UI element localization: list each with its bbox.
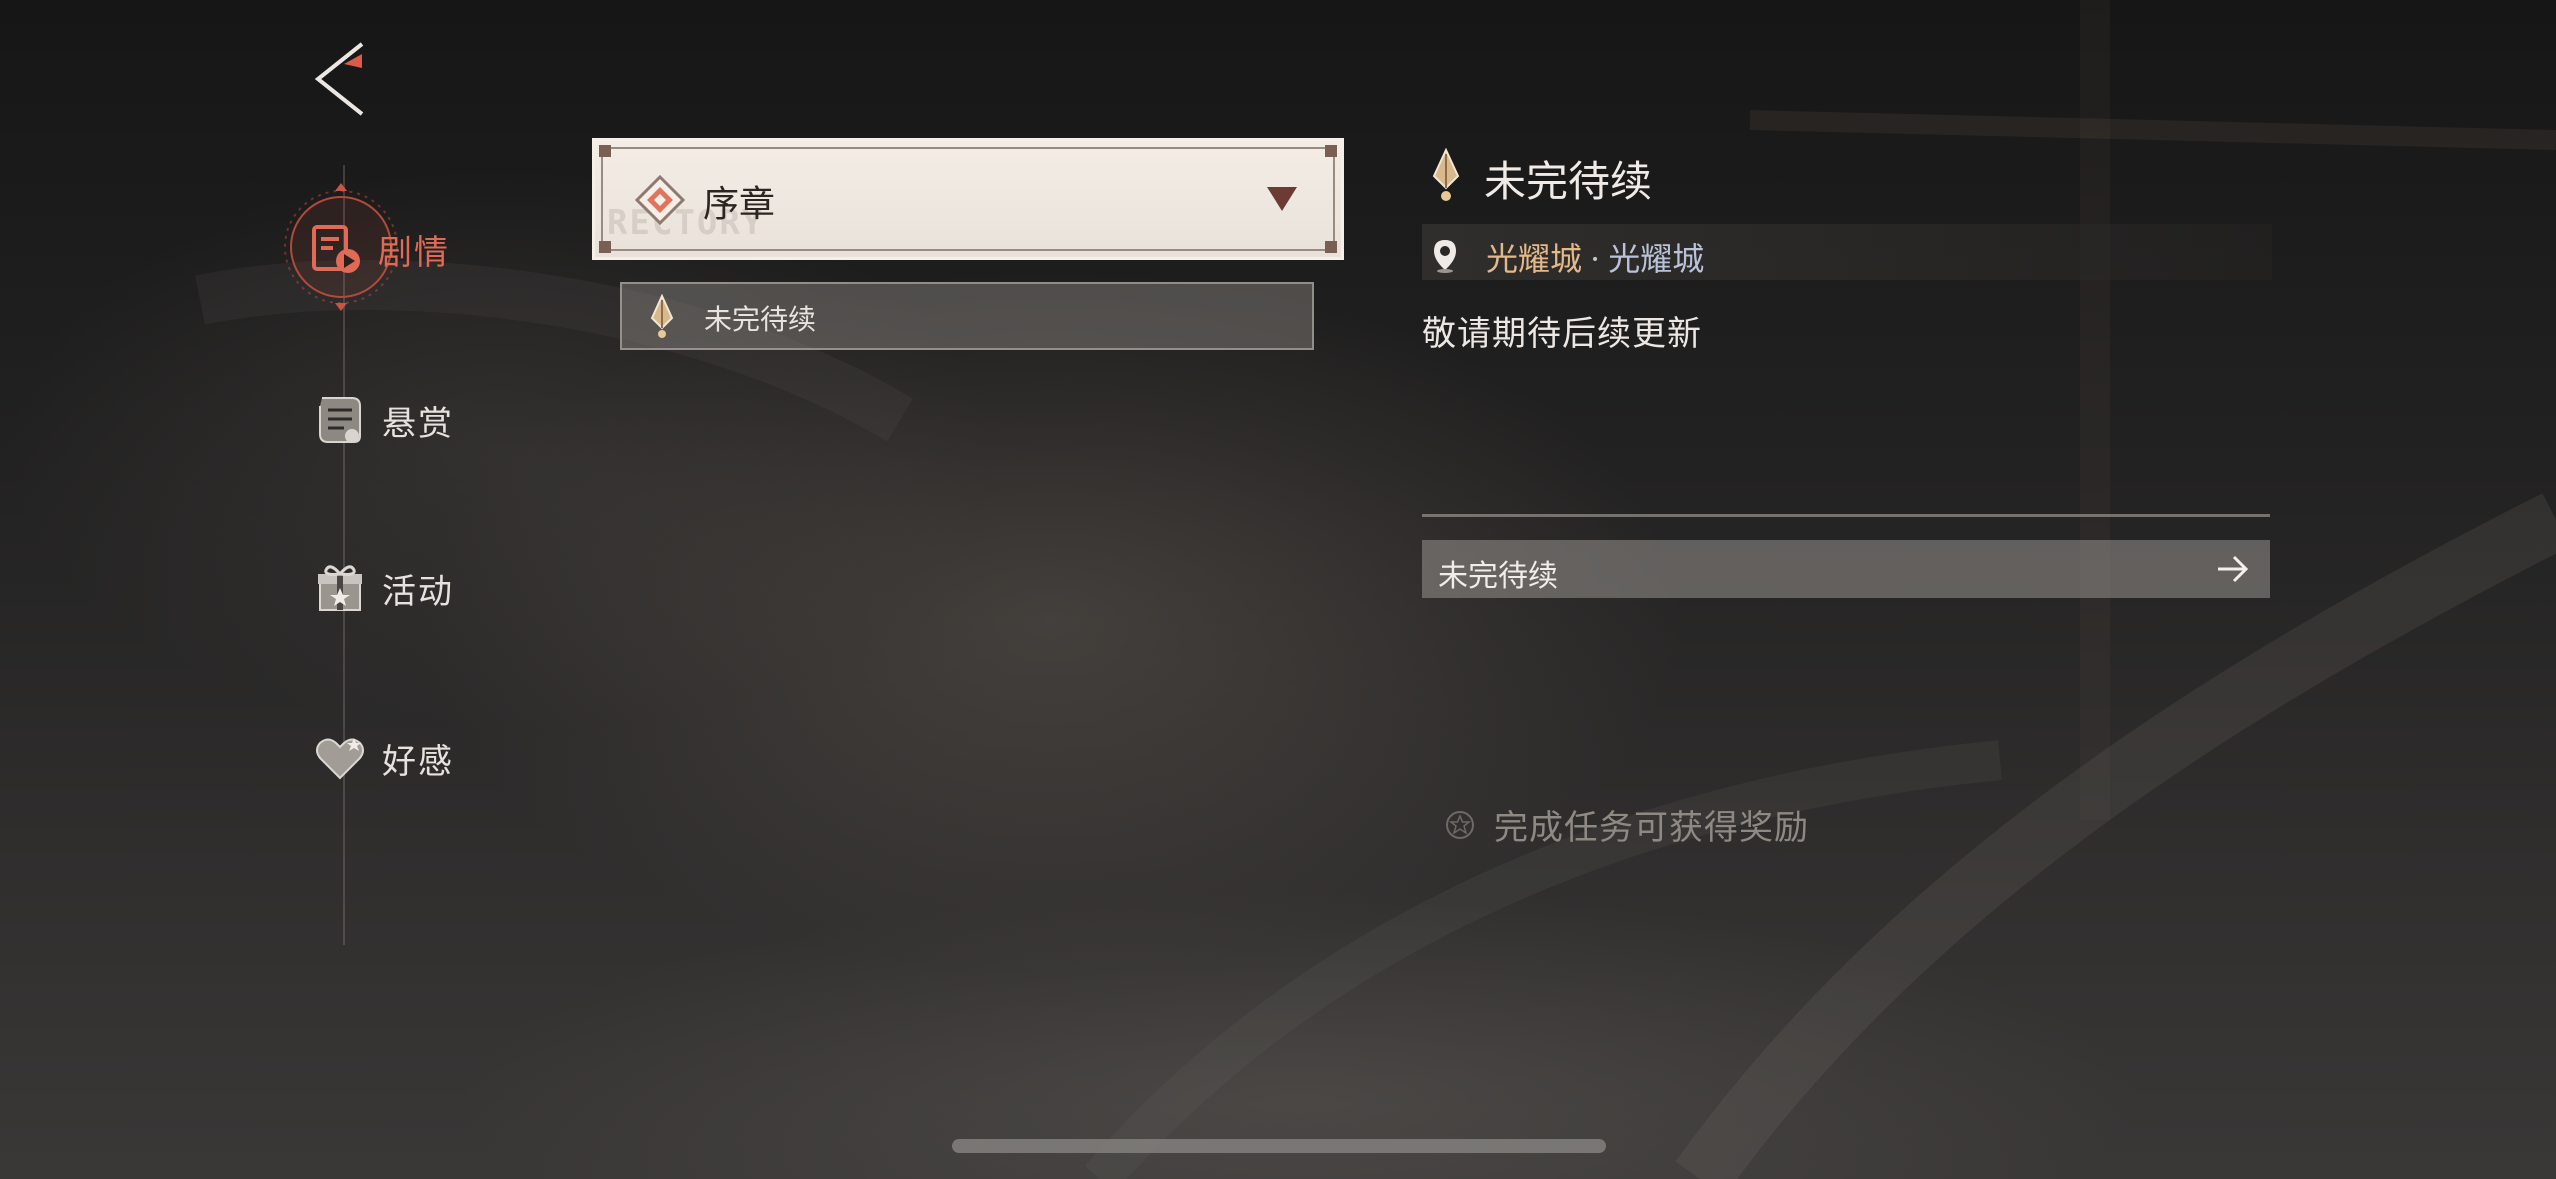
- arrow-right-icon: [2218, 555, 2249, 583]
- gift-icon: [312, 560, 368, 616]
- nav-item-story[interactable]: 剧情: [308, 209, 450, 289]
- frame-corner: [1325, 145, 1337, 157]
- location-separator: ·: [1590, 240, 1601, 278]
- reward-info: 完成任务可获得奖励: [1444, 800, 1809, 849]
- back-button[interactable]: [310, 38, 370, 120]
- location-secondary: 光耀城: [1608, 240, 1705, 278]
- story-book-icon: [308, 221, 364, 277]
- quest-item-label: 未完待续: [704, 303, 817, 336]
- nav-label-story: 剧情: [378, 232, 450, 273]
- nav-label-event: 活动: [382, 571, 454, 612]
- home-indicator[interactable]: [952, 1139, 1606, 1153]
- nav-item-event[interactable]: 活动: [312, 548, 454, 628]
- nav-item-affection[interactable]: 好感: [312, 718, 454, 798]
- chapter-diamond-icon: [635, 175, 685, 225]
- heart-icon: [312, 730, 368, 786]
- goto-quest-button[interactable]: 未完待续: [1422, 540, 2270, 598]
- goto-quest-label: 未完待续: [1438, 559, 1558, 594]
- nav-label-bounty: 悬赏: [382, 403, 454, 444]
- quest-location: 光耀城 · 光耀城: [1486, 234, 1704, 280]
- back-arrow-icon: [314, 42, 364, 116]
- detail-divider: [1422, 514, 2270, 517]
- frame-corner: [599, 145, 611, 157]
- location-primary: 光耀城: [1486, 240, 1583, 278]
- chapter-select-dropdown[interactable]: RECTORY 序章: [592, 138, 1344, 260]
- quest-description: 敬请期待后续更新: [1422, 314, 1702, 354]
- chapter-selected-label: 序章: [703, 184, 776, 225]
- scroll-icon: [312, 392, 368, 448]
- location-pin-icon: [1434, 240, 1456, 273]
- quest-marker-icon: [650, 294, 674, 338]
- quest-list-item[interactable]: 未完待续: [620, 282, 1314, 350]
- frame-corner: [1325, 241, 1337, 253]
- chevron-down-icon: [1267, 187, 1297, 211]
- nav-label-affection: 好感: [382, 741, 454, 782]
- reward-star-icon: [1446, 810, 1474, 839]
- quest-title: 未完待续: [1484, 157, 1653, 206]
- nav-item-bounty[interactable]: 悬赏: [312, 380, 454, 460]
- reward-text: 完成任务可获得奖励: [1494, 808, 1809, 848]
- quest-marker-icon: [1432, 148, 1460, 201]
